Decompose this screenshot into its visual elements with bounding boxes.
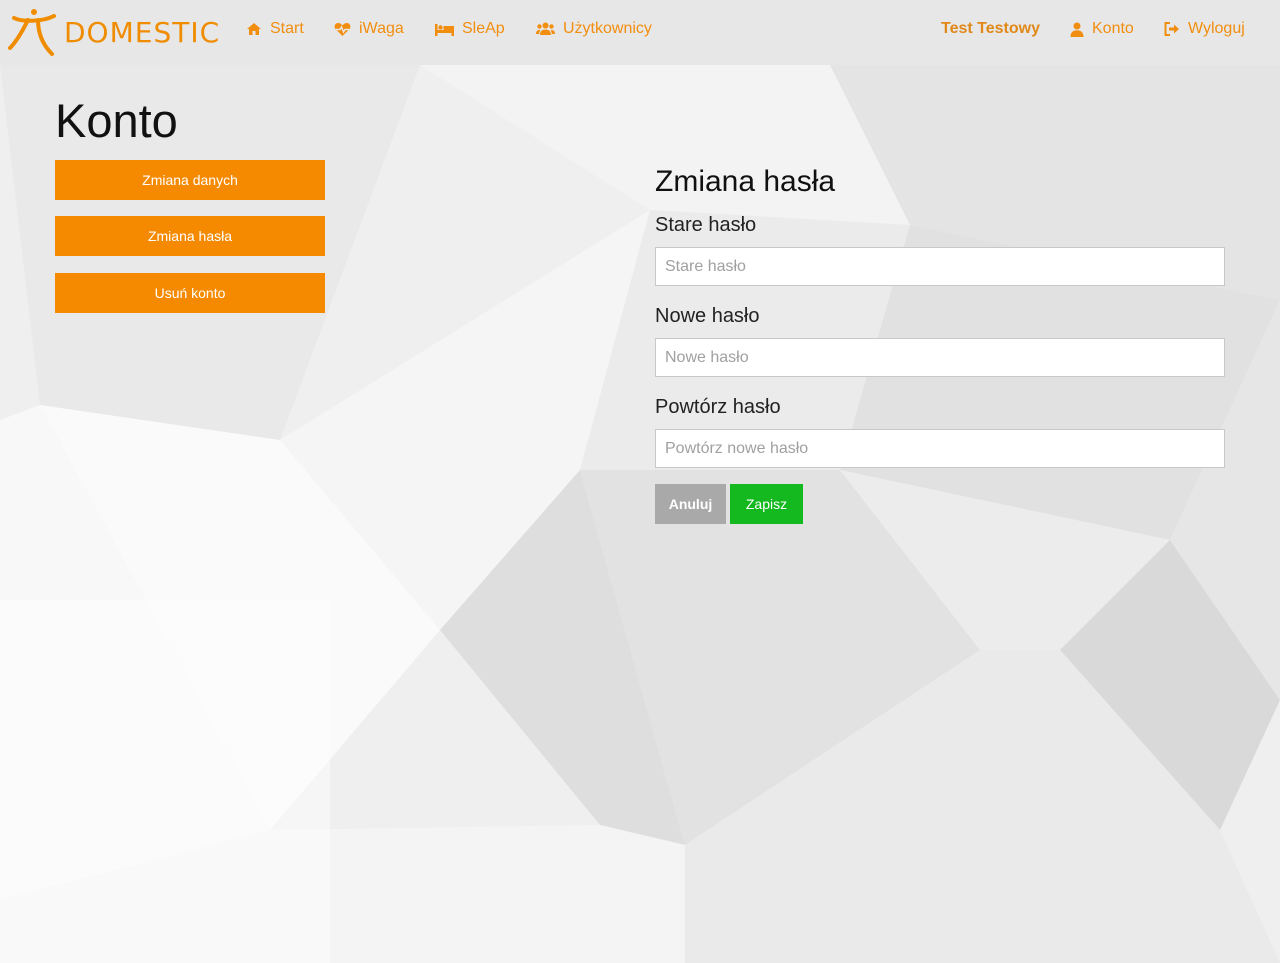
brand-name: DOMESTIC	[64, 15, 221, 49]
nav-start-label: Start	[270, 20, 304, 37]
old-password-input[interactable]	[655, 247, 1225, 286]
nav-logout-label: Wyloguj	[1188, 20, 1245, 37]
user-icon	[1070, 22, 1084, 37]
nav-sleap-label: SleAp	[462, 20, 505, 37]
change-data-button[interactable]: Zmiana danych	[55, 160, 325, 200]
form-title: Zmiana hasła	[655, 165, 836, 198]
cancel-button[interactable]: Anuluj	[655, 484, 726, 524]
nav-account[interactable]: Konto	[1070, 20, 1134, 38]
old-password-label: Stare hasło	[655, 214, 757, 236]
home-icon	[247, 23, 261, 35]
new-password-label: Nowe hasło	[655, 305, 760, 327]
top-navbar: DOMESTIC Start iWaga SleAp Użytkownicy T…	[0, 0, 1280, 65]
nav-iwaga-label: iWaga	[359, 20, 404, 37]
nav-sleap[interactable]: SleAp	[435, 20, 505, 38]
nav-start[interactable]: Start	[246, 20, 304, 38]
nav-users-label: Użytkownicy	[563, 20, 652, 37]
users-icon	[536, 22, 555, 35]
heartbeat-icon	[334, 22, 351, 36]
repeat-password-input[interactable]	[655, 429, 1225, 468]
bed-icon	[435, 23, 454, 36]
nav-user-name[interactable]: Test Testowy	[941, 20, 1040, 38]
delete-account-button[interactable]: Usuń konto	[55, 273, 325, 313]
user-name-label: Test Testowy	[941, 20, 1040, 37]
save-button[interactable]: Zapisz	[730, 484, 803, 524]
nav-logout[interactable]: Wyloguj	[1164, 20, 1245, 38]
repeat-password-label: Powtórz hasło	[655, 396, 781, 418]
nav-users[interactable]: Użytkownicy	[536, 20, 652, 38]
nav-account-label: Konto	[1092, 20, 1134, 37]
new-password-input[interactable]	[655, 338, 1225, 377]
page-title: Konto	[55, 94, 178, 147]
sign-out-icon	[1164, 22, 1179, 36]
nav-iwaga[interactable]: iWaga	[334, 20, 404, 38]
brand-logo[interactable]: DOMESTIC	[8, 8, 220, 56]
main-content: Konto Zmiana danych Zmiana hasła Usuń ko…	[0, 0, 1280, 963]
change-password-button[interactable]: Zmiana hasła	[55, 216, 325, 256]
domestic-figure-logo	[8, 9, 56, 56]
